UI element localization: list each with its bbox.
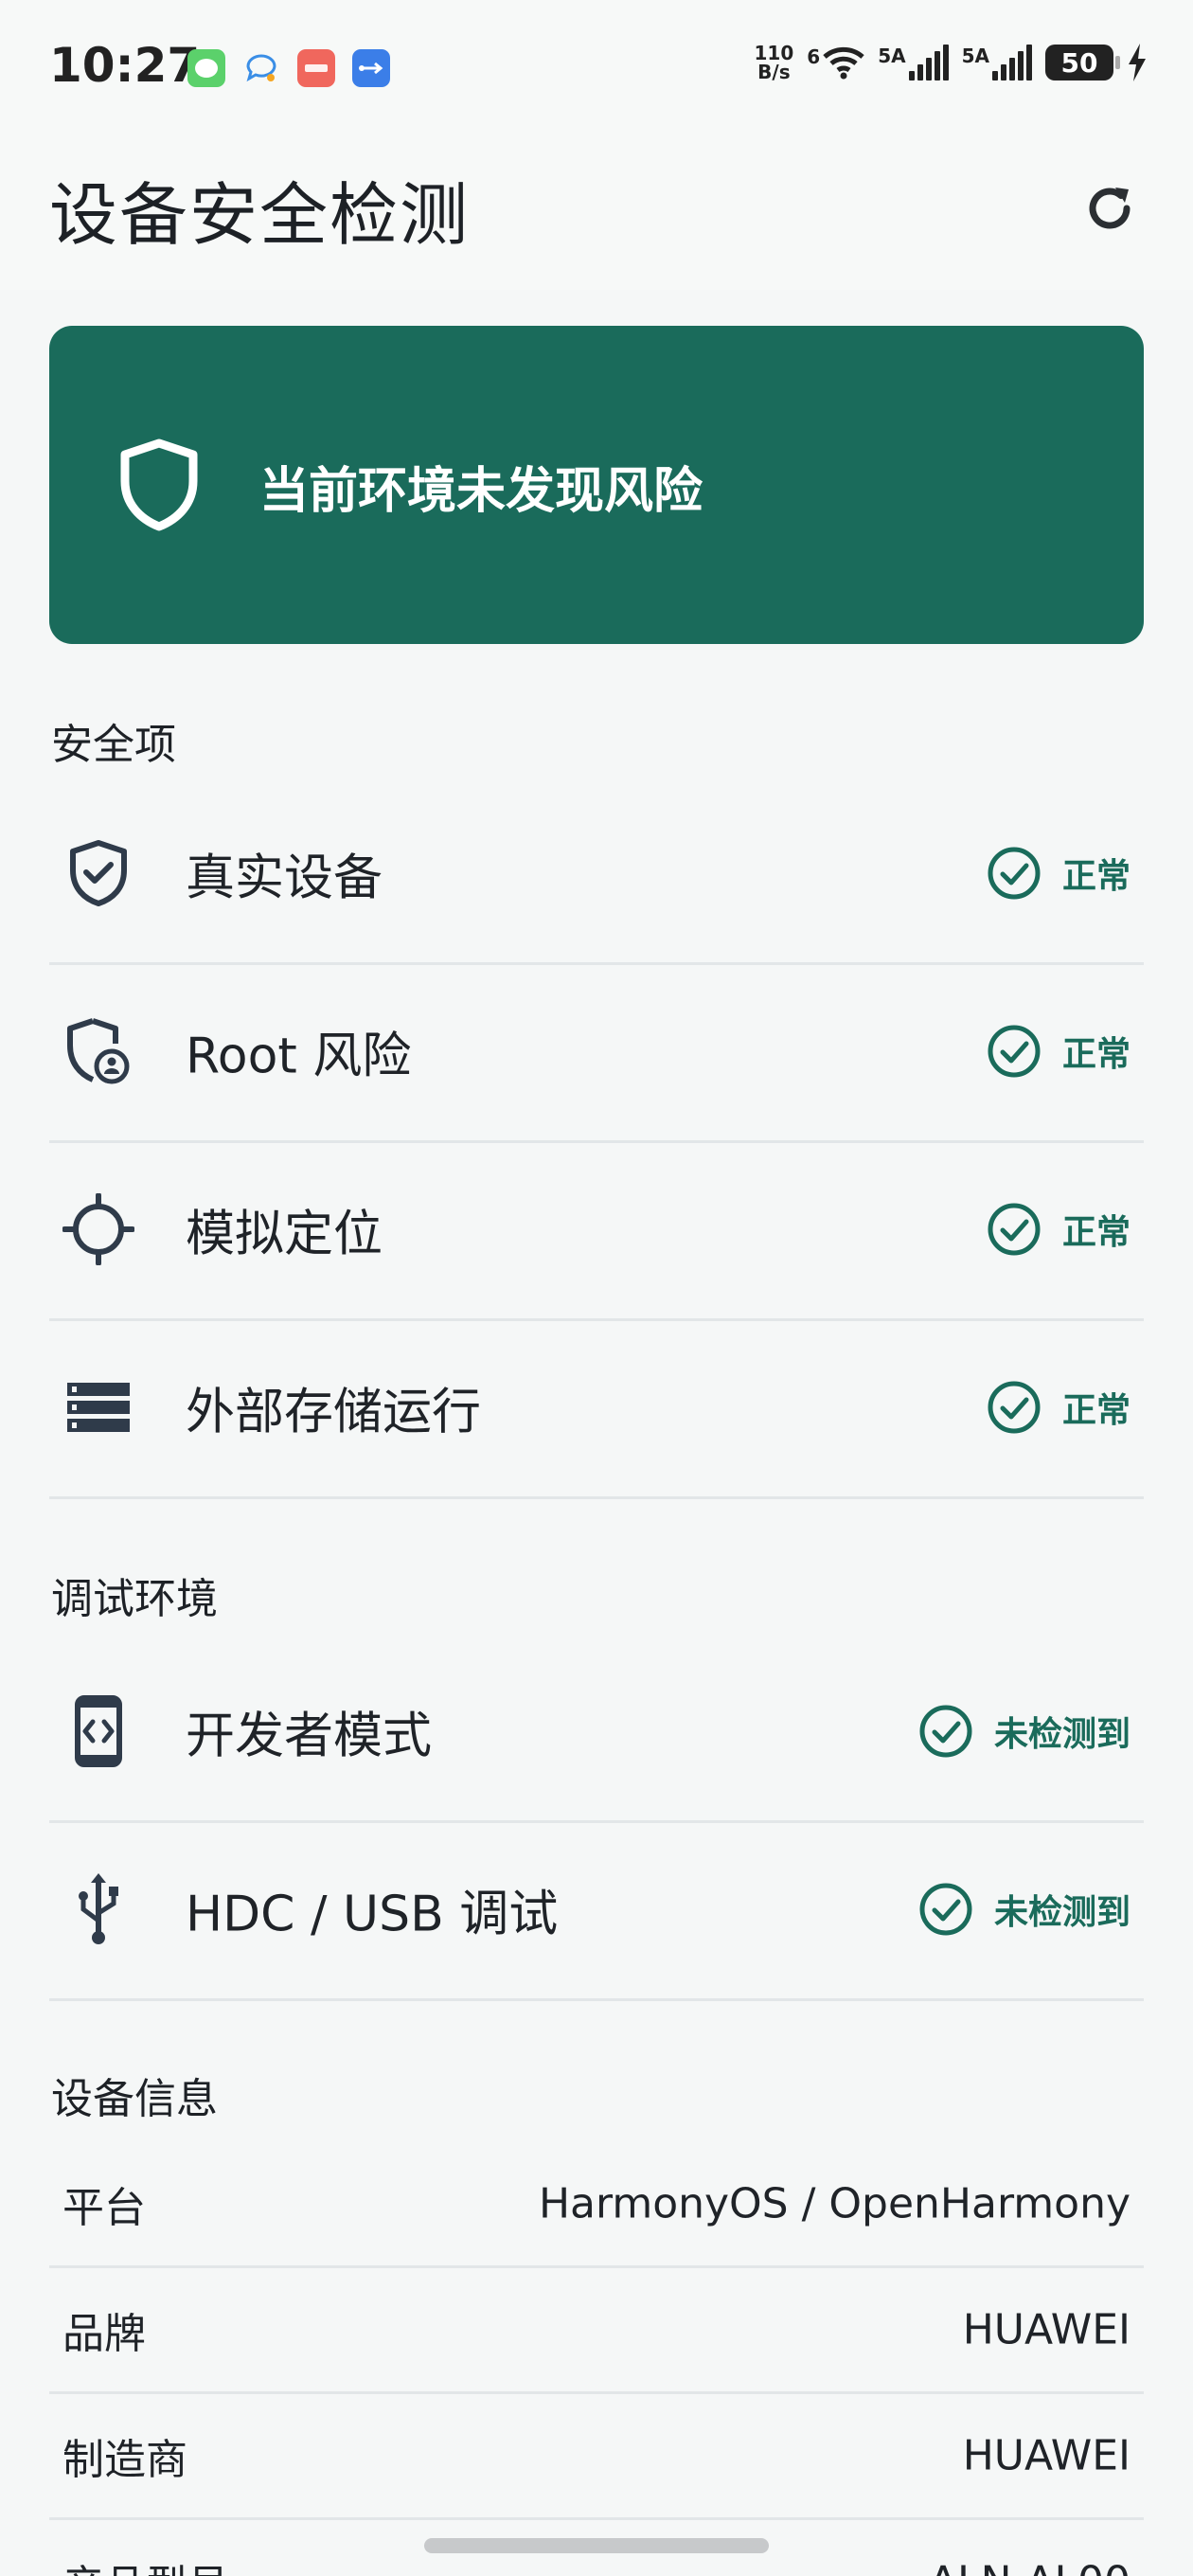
wifi-indicator: 6 bbox=[807, 45, 864, 80]
cell-signal-1: 5A bbox=[878, 45, 949, 80]
info-value: HUAWEI bbox=[962, 2305, 1131, 2354]
item-label: Root 风险 bbox=[186, 1028, 412, 1085]
status-badge: 未检测到 bbox=[918, 1882, 1131, 1937]
info-row-platform: 平台 HarmonyOS / OpenHarmony bbox=[49, 2142, 1144, 2268]
item-label: 真实设备 bbox=[186, 850, 383, 907]
debug-section-title: 调试环境 bbox=[51, 1575, 218, 1623]
cell-signal-2: 5A bbox=[962, 45, 1032, 80]
debug-item-developer-mode[interactable]: 开发者模式 未检测到 bbox=[49, 1642, 1144, 1823]
status-badge: 未检测到 bbox=[918, 1704, 1131, 1759]
shield-icon bbox=[116, 438, 203, 536]
check-circle-icon bbox=[988, 847, 1041, 900]
network-speed: 110 B/s bbox=[754, 42, 794, 83]
status-banner: 当前环境未发现风险 bbox=[49, 326, 1144, 644]
security-item-mock-location[interactable]: 模拟定位 正常 bbox=[49, 1140, 1144, 1321]
check-circle-icon bbox=[988, 1203, 1041, 1256]
signal-bars-icon bbox=[992, 45, 1032, 80]
security-section-title: 安全项 bbox=[51, 721, 176, 769]
security-item-root-risk[interactable]: Root 风险 正常 bbox=[49, 962, 1144, 1143]
info-value: ALN-AL00 bbox=[929, 2558, 1131, 2576]
status-icons: 110 B/s 6 5A 5A 50 bbox=[755, 44, 1148, 81]
refresh-button[interactable] bbox=[1072, 170, 1148, 246]
chat-bubble-app-icon bbox=[242, 49, 280, 87]
storage-icon bbox=[61, 1369, 136, 1445]
info-key: 产品型号 bbox=[62, 2551, 229, 2576]
item-label: 开发者模式 bbox=[186, 1708, 433, 1765]
device-info-section-title: 设备信息 bbox=[51, 2075, 218, 2123]
item-label: HDC / USB 调试 bbox=[186, 1886, 559, 1943]
status-badge: 正常 bbox=[987, 1380, 1131, 1435]
charging-bolt-icon bbox=[1129, 44, 1146, 81]
info-value: HUAWEI bbox=[962, 2431, 1131, 2480]
signal-bars-icon bbox=[908, 45, 949, 80]
check-circle-icon bbox=[919, 1883, 972, 1936]
info-row-brand: 品牌 HUAWEI bbox=[49, 2268, 1144, 2394]
crosshair-icon bbox=[61, 1191, 136, 1267]
refresh-icon bbox=[1089, 188, 1131, 229]
shield-check-icon bbox=[61, 835, 136, 911]
home-indicator[interactable] bbox=[424, 2538, 769, 2553]
status-badge: 正常 bbox=[987, 1202, 1131, 1257]
battery-indicator: 50 bbox=[1045, 45, 1120, 80]
wechat-app-icon bbox=[187, 49, 225, 87]
item-label: 外部存储运行 bbox=[186, 1384, 482, 1441]
status-badge: 正常 bbox=[987, 1024, 1131, 1079]
debug-item-hdc-usb[interactable]: HDC / USB 调试 未检测到 bbox=[49, 1820, 1144, 2001]
info-value: HarmonyOS / OpenHarmony bbox=[538, 2179, 1131, 2228]
page-title: 设备安全检测 bbox=[49, 175, 471, 255]
info-key: 制造商 bbox=[62, 2436, 187, 2484]
status-bar: 10:27 110 B/s 6 5A 5A 50 bbox=[0, 0, 1193, 142]
status-badge: 正常 bbox=[987, 846, 1131, 901]
info-row-manufacturer: 制造商 HUAWEI bbox=[49, 2394, 1144, 2520]
wifi-icon bbox=[823, 46, 864, 80]
xiaohongshu-app-icon bbox=[297, 49, 335, 87]
usb-app-icon bbox=[352, 49, 390, 87]
banner-message: 当前环境未发现风险 bbox=[259, 463, 703, 520]
shield-user-icon bbox=[61, 1013, 136, 1089]
check-circle-icon bbox=[988, 1025, 1041, 1078]
developer-phone-icon bbox=[61, 1693, 136, 1769]
app-header: 设备安全检测 bbox=[0, 142, 1193, 290]
item-label: 模拟定位 bbox=[186, 1206, 383, 1263]
security-item-real-device[interactable]: 真实设备 正常 bbox=[49, 784, 1144, 965]
info-key: 平台 bbox=[62, 2184, 146, 2232]
check-circle-icon bbox=[919, 1705, 972, 1758]
check-circle-icon bbox=[988, 1381, 1041, 1434]
status-time: 10:27 bbox=[49, 38, 201, 93]
security-item-external-storage[interactable]: 外部存储运行 正常 bbox=[49, 1318, 1144, 1499]
usb-icon bbox=[61, 1871, 136, 1947]
info-key: 品牌 bbox=[62, 2310, 146, 2358]
